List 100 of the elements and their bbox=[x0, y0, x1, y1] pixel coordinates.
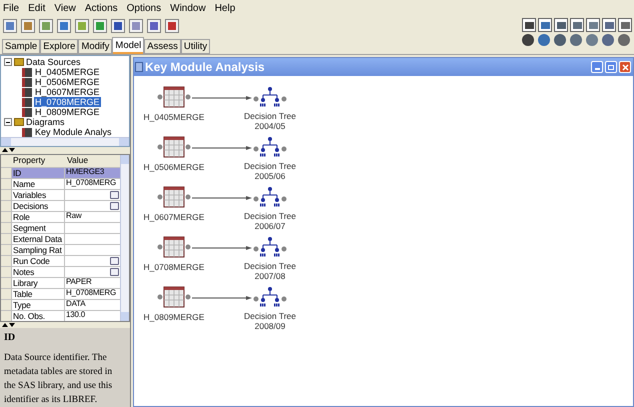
property-name: No. Obs. bbox=[11, 310, 65, 320]
property-row[interactable]: External Data bbox=[1, 232, 120, 244]
tree-item[interactable]: H_0809MERGE bbox=[34, 107, 101, 117]
tool-icon[interactable] bbox=[3, 19, 17, 33]
connector-arrow bbox=[192, 146, 252, 150]
connector-arrow bbox=[192, 96, 252, 100]
tool-icon[interactable] bbox=[75, 19, 89, 33]
tab[interactable]: Utility bbox=[180, 39, 210, 54]
diagram-icon bbox=[135, 62, 143, 72]
folder-icon bbox=[14, 58, 24, 66]
property-row[interactable]: Name H_0708MERG bbox=[1, 178, 120, 188]
node-label: H_0506MERGE bbox=[144, 161, 204, 174]
tree-item[interactable]: H_0708MERGE bbox=[34, 97, 101, 107]
scroll-up-icon[interactable] bbox=[121, 154, 129, 164]
description-text: Data Source identifier. The metadata tables are stored in the SAS library, and use this identifier as its LIBREF. bbox=[4, 352, 114, 407]
menu-item[interactable]: Edit bbox=[28, 0, 46, 16]
property-row[interactable]: Table H_0708MERG bbox=[1, 288, 120, 298]
data-table-icon[interactable] bbox=[157, 86, 191, 108]
node-label: H_0809MERGE bbox=[144, 311, 204, 324]
palette-icon[interactable] bbox=[554, 18, 568, 32]
tree-diagram-icon[interactable] bbox=[253, 136, 287, 158]
palette-icon[interactable] bbox=[602, 34, 614, 46]
data-table-icon[interactable] bbox=[157, 286, 191, 308]
data-table-icon[interactable] bbox=[157, 136, 191, 158]
node-label: 2004/05 bbox=[254, 122, 286, 131]
tab[interactable]: Assess bbox=[144, 39, 181, 54]
menu-item[interactable]: Window bbox=[170, 0, 206, 16]
data-table-icon[interactable] bbox=[157, 186, 191, 208]
tree-item[interactable]: Key Module Analys bbox=[34, 127, 113, 137]
data-table-icon[interactable] bbox=[157, 236, 191, 258]
close-icon bbox=[622, 64, 628, 70]
property-row[interactable]: Run Code bbox=[1, 254, 120, 266]
tree-item[interactable]: H_0607MERGE bbox=[34, 87, 101, 97]
property-row[interactable]: Sampling Rat bbox=[1, 244, 120, 254]
palette-icon[interactable] bbox=[618, 18, 632, 32]
node-label: Decision Tree bbox=[244, 311, 296, 322]
tab[interactable]: Modify bbox=[78, 39, 112, 54]
tool-icon[interactable] bbox=[111, 19, 125, 33]
property-value: HMERGE3 bbox=[66, 167, 104, 178]
vertical-scrollbar[interactable] bbox=[120, 154, 129, 320]
menu-item[interactable]: Options bbox=[126, 0, 162, 16]
tab[interactable]: Explore bbox=[40, 39, 78, 54]
node-label: 2006/07 bbox=[254, 222, 286, 231]
tool-icon[interactable] bbox=[93, 19, 107, 33]
palette-icon[interactable] bbox=[522, 34, 534, 46]
menu-item[interactable]: Help bbox=[214, 0, 236, 16]
tab[interactable]: Sample bbox=[2, 39, 40, 54]
palette-icon[interactable] bbox=[586, 18, 600, 32]
node-label: H_0708MERGE bbox=[144, 261, 204, 274]
column-header[interactable]: Property bbox=[1, 155, 65, 166]
minimize-button[interactable] bbox=[591, 61, 603, 73]
node-label: H_0405MERGE bbox=[144, 111, 204, 124]
description-title: ID bbox=[4, 331, 16, 345]
restore-button[interactable] bbox=[605, 61, 617, 73]
property-row[interactable]: Type DATA bbox=[1, 298, 120, 310]
collapse-toggle[interactable] bbox=[4, 118, 12, 126]
property-value: H_0708MERG bbox=[66, 178, 116, 189]
tool-icon[interactable] bbox=[165, 19, 179, 33]
palette-icon[interactable] bbox=[554, 34, 566, 46]
palette-icon[interactable] bbox=[522, 18, 536, 32]
tool-icon[interactable] bbox=[39, 19, 53, 33]
property-row[interactable]: Role Raw bbox=[1, 210, 120, 222]
palette-icon[interactable] bbox=[602, 18, 616, 32]
property-row[interactable]: Notes bbox=[1, 266, 120, 276]
tree-diagram-icon[interactable] bbox=[253, 236, 287, 258]
connector-arrow bbox=[192, 296, 252, 300]
palette-icon[interactable] bbox=[538, 18, 552, 32]
property-value: H_0708MERG bbox=[66, 288, 116, 299]
property-row[interactable]: Library PAPER bbox=[1, 276, 120, 288]
tool-icon[interactable] bbox=[129, 19, 143, 33]
collapse-toggle[interactable] bbox=[4, 58, 12, 66]
tab[interactable]: Model bbox=[112, 37, 144, 54]
property-row[interactable]: Segment bbox=[1, 222, 120, 232]
tool-icon[interactable] bbox=[147, 19, 161, 33]
tool-icon[interactable] bbox=[21, 19, 35, 33]
node-label: Decision Tree bbox=[244, 161, 296, 172]
property-value: 130.0 bbox=[66, 310, 86, 321]
tree-item[interactable]: Diagrams bbox=[26, 117, 65, 127]
menu-item[interactable]: File bbox=[3, 0, 20, 16]
palette-icon[interactable] bbox=[618, 34, 630, 46]
node-label: Decision Tree bbox=[244, 261, 296, 272]
connector-arrow bbox=[192, 246, 252, 250]
node-label: 2005/06 bbox=[254, 172, 286, 181]
tree-item[interactable]: Data Sources bbox=[26, 57, 81, 67]
tree-item[interactable]: H_0405MERGE bbox=[34, 67, 101, 77]
property-row[interactable]: ID HMERGE3 bbox=[1, 166, 120, 178]
column-header[interactable]: Value bbox=[65, 155, 88, 166]
tree-diagram-icon[interactable] bbox=[253, 286, 287, 308]
tree-diagram-icon[interactable] bbox=[253, 186, 287, 208]
property-row[interactable]: No. Obs. 130.0 bbox=[1, 310, 120, 320]
menu-item[interactable]: View bbox=[54, 0, 76, 16]
menu-item[interactable]: Actions bbox=[84, 0, 118, 16]
tool-icon[interactable] bbox=[57, 19, 71, 33]
tree-diagram-icon[interactable] bbox=[253, 86, 287, 108]
tree-item[interactable]: H_0506MERGE bbox=[34, 77, 101, 87]
window-title: Key Module Analysis bbox=[145, 59, 266, 76]
property-row[interactable]: Variables bbox=[1, 188, 120, 200]
palette-icon[interactable] bbox=[570, 18, 584, 32]
property-row[interactable]: Decisions bbox=[1, 200, 120, 210]
close-button[interactable] bbox=[619, 61, 631, 73]
